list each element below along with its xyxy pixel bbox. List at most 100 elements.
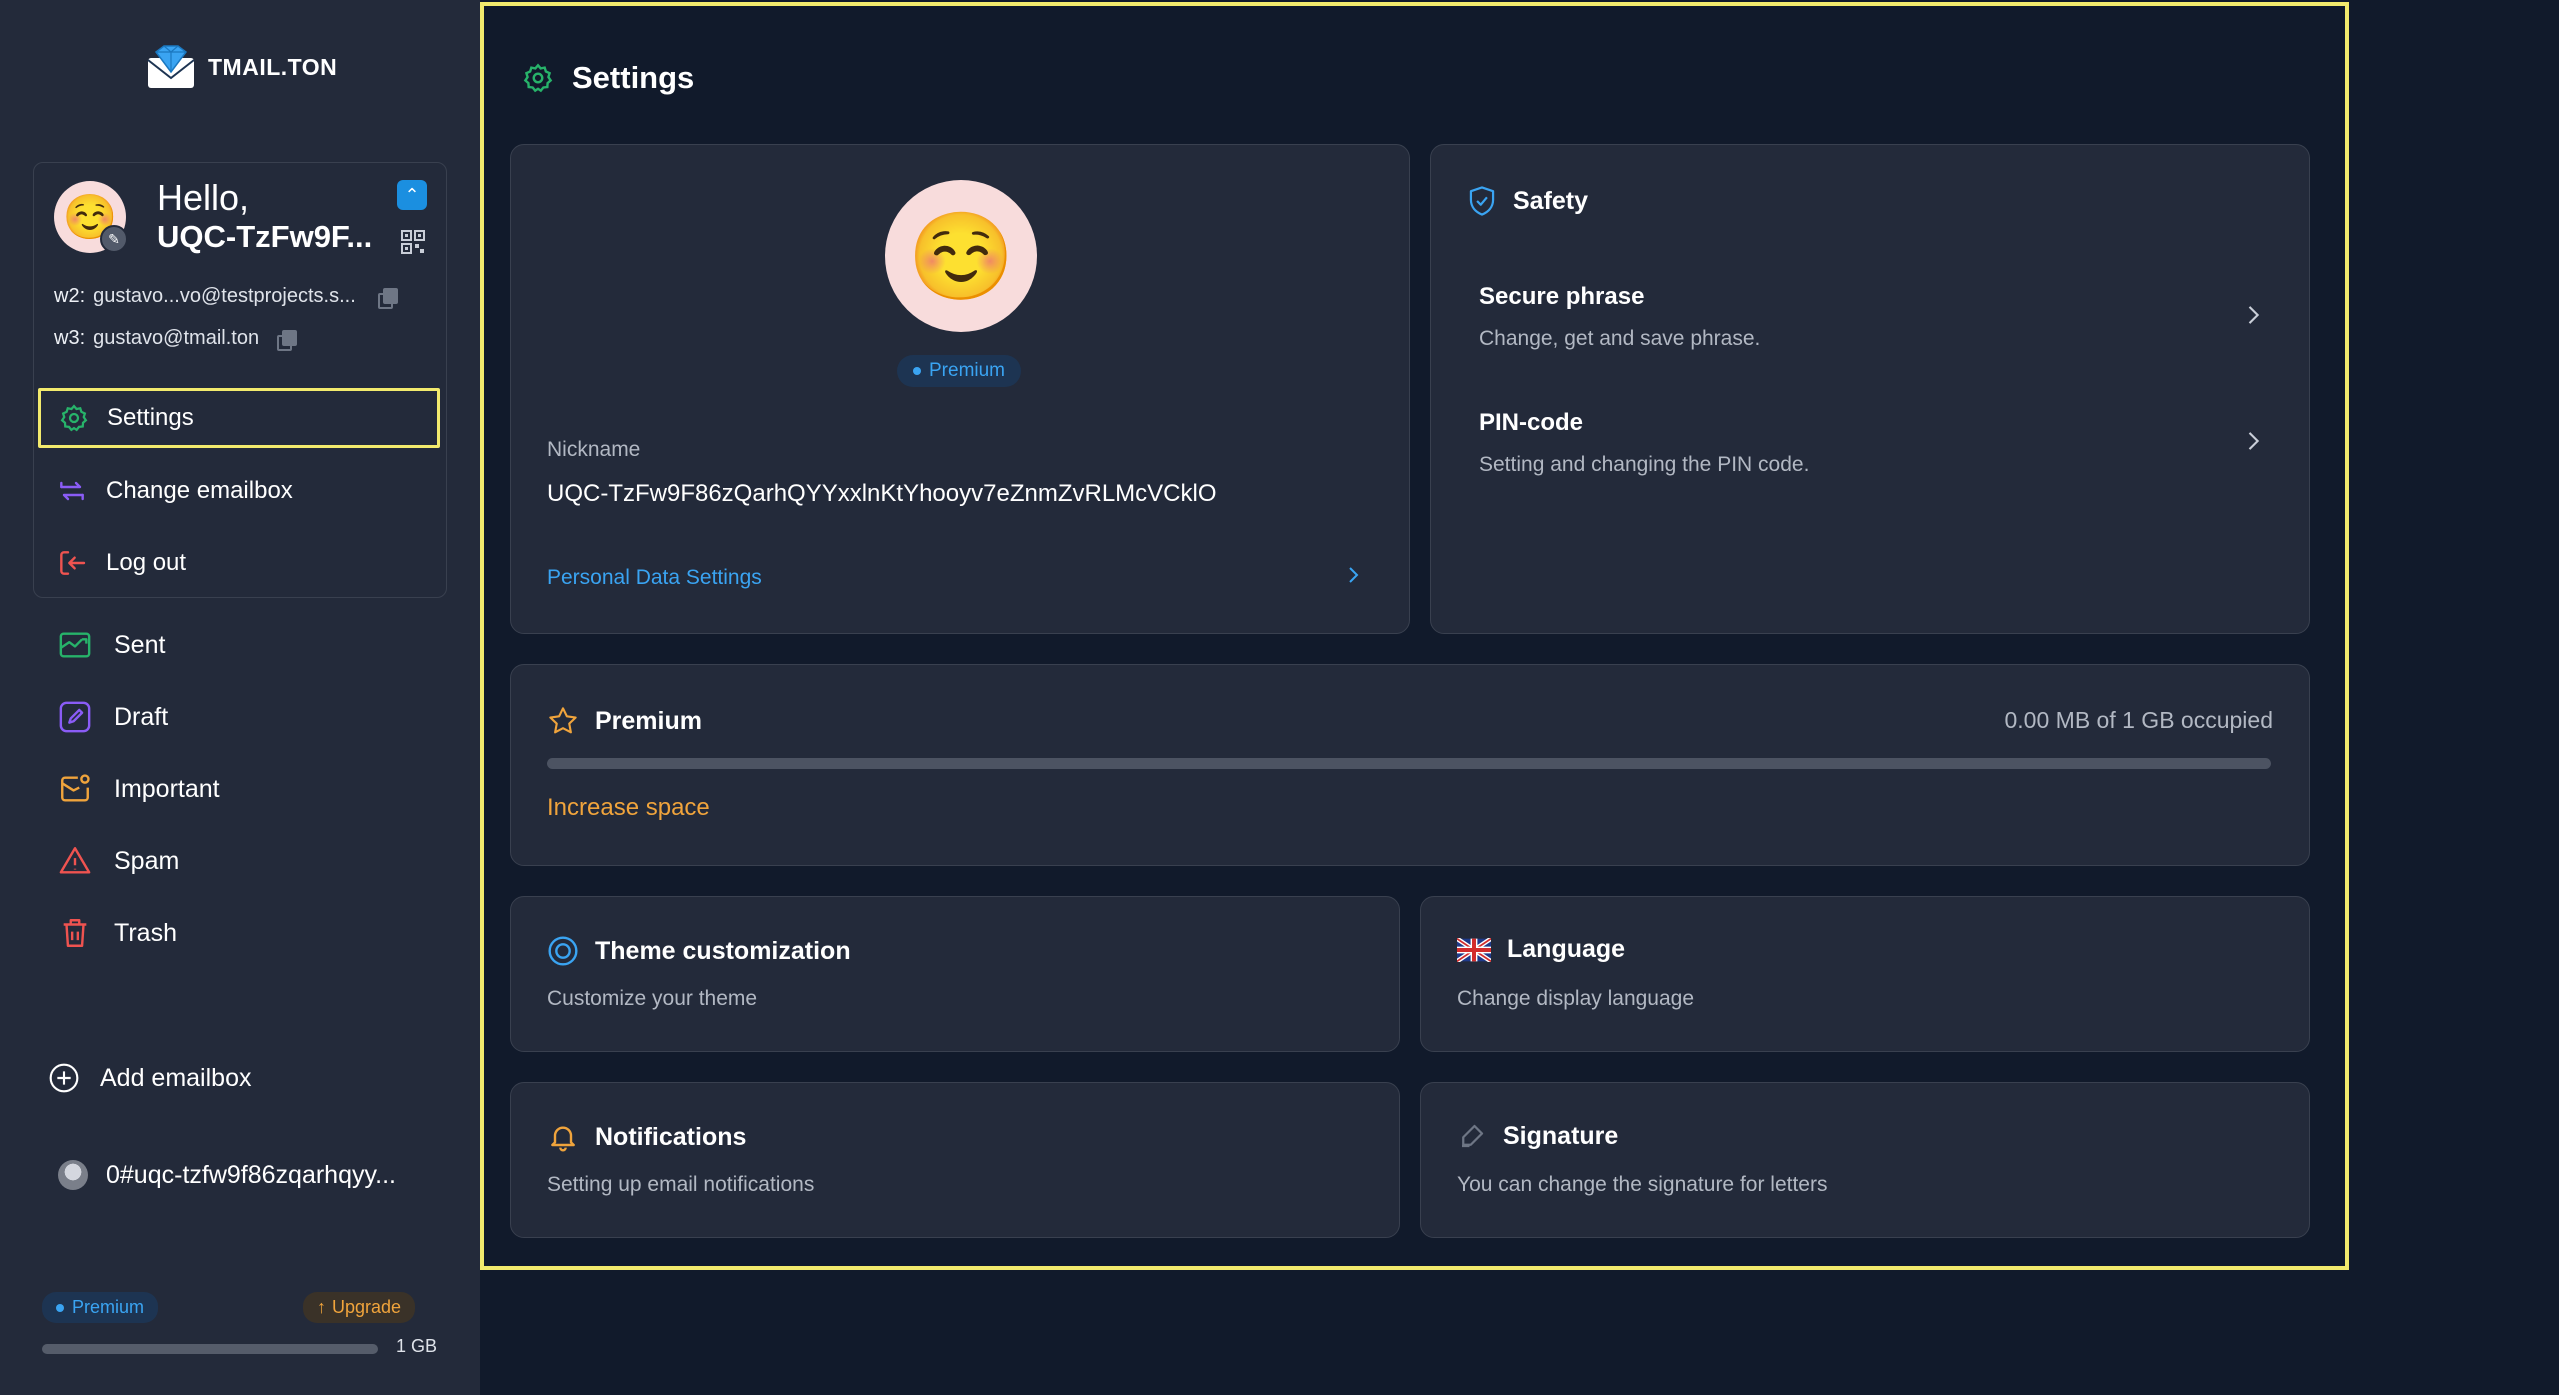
- edit-avatar-icon[interactable]: ✎: [100, 225, 128, 253]
- nav-item-label: Trash: [114, 918, 177, 947]
- collapse-account-button[interactable]: ⌃: [397, 180, 427, 210]
- avatar[interactable]: ☺️ ✎: [54, 181, 128, 253]
- secure-phrase-title: Secure phrase: [1479, 283, 1645, 310]
- profile-avatar[interactable]: ☺️: [885, 180, 1037, 332]
- wallet-avatar: [58, 1160, 88, 1190]
- swap-icon: [60, 481, 84, 501]
- page-title-text: Settings: [572, 60, 695, 95]
- wallet-item[interactable]: 0#uqc-tzfw9f86zqarhqyy...: [58, 1160, 396, 1190]
- warning-icon: [59, 847, 91, 874]
- notifications-subtitle: Setting up email notifications: [547, 1173, 815, 1196]
- app-logo[interactable]: TMAIL.TON: [146, 44, 337, 90]
- address-key: w2:: [54, 285, 86, 307]
- pencil-icon: [59, 701, 91, 733]
- storage-progress: [42, 1344, 378, 1354]
- account-card: ☺️ ✎ Hello, UQC-TzFw9F... ⌃ w2: gustavo.…: [33, 162, 447, 598]
- star-icon: [549, 707, 577, 734]
- premium-title-text: Premium: [595, 706, 702, 735]
- safety-title: Safety: [1467, 185, 1588, 217]
- wallet-address: 0#uqc-tzfw9f86zqarhqyy...: [106, 1160, 396, 1189]
- language-card[interactable]: Language Change display language: [1420, 896, 2310, 1052]
- upgrade-label: Upgrade: [332, 1297, 402, 1317]
- signature-icon: [1462, 1124, 1484, 1148]
- logo-icon: [147, 45, 195, 88]
- address-row-w2: w2: gustavo...vo@testprojects.s...: [54, 285, 398, 309]
- notifications-card[interactable]: Notifications Setting up email notificat…: [510, 1082, 1400, 1238]
- language-title-text: Language: [1507, 935, 1626, 963]
- storage-capacity: 1 GB: [396, 1336, 438, 1356]
- personal-data-settings-link[interactable]: Personal Data Settings: [547, 566, 762, 590]
- chevron-right-icon[interactable]: [1341, 563, 1365, 587]
- address-value: gustavo...vo@testprojects.s...: [93, 285, 356, 307]
- add-emailbox-button[interactable]: Add emailbox: [48, 1062, 251, 1094]
- nav-item-spam[interactable]: Spam: [58, 844, 179, 878]
- nickname-label: Nickname: [547, 438, 641, 461]
- upgrade-button[interactable]: ↑ Upgrade: [303, 1292, 416, 1323]
- premium-badge-label: Premium: [72, 1297, 145, 1317]
- status-dot-icon: [913, 367, 921, 375]
- important-icon: [61, 774, 90, 802]
- nav-item-trash[interactable]: Trash: [58, 916, 177, 950]
- pin-code-subtitle: Setting and changing the PIN code.: [1479, 453, 1810, 476]
- sent-icon: [59, 632, 91, 658]
- notifications-title-text: Notifications: [595, 1122, 747, 1151]
- nav-item-important[interactable]: Important: [58, 772, 220, 806]
- storage-usage-text: 0.00 MB of 1 GB occupied: [2004, 707, 2274, 733]
- secure-phrase-item[interactable]: Secure phrase Change, get and save phras…: [1479, 283, 2279, 351]
- theme-subtitle: Customize your theme: [547, 987, 758, 1010]
- increase-space-link[interactable]: Increase space: [547, 794, 710, 822]
- copy-icon[interactable]: [377, 287, 398, 309]
- menu-item-settings[interactable]: Settings: [38, 388, 440, 448]
- signature-subtitle: You can change the signature for letters: [1457, 1173, 1828, 1196]
- signature-title-text: Signature: [1503, 1121, 1619, 1150]
- address-key: w3:: [54, 327, 86, 349]
- gear-icon: [60, 404, 88, 432]
- sidebar: TMAIL.TON ☺️ ✎ Hello, UQC-TzFw9F... ⌃ w2…: [0, 0, 480, 1395]
- safety-card: Safety Secure phrase Change, get and sav…: [1430, 144, 2310, 634]
- signature-title: Signature: [1457, 1121, 1618, 1151]
- menu-item-label: Settings: [107, 404, 194, 431]
- trash-icon: [63, 919, 87, 947]
- bell-icon: [551, 1126, 575, 1152]
- chevron-right-icon[interactable]: [2239, 301, 2267, 329]
- nav-item-label: Important: [114, 774, 220, 803]
- chevron-right-icon[interactable]: [2239, 427, 2267, 455]
- storage-progress: [547, 758, 2271, 769]
- logout-icon: [60, 551, 86, 575]
- signature-card[interactable]: Signature You can change the signature f…: [1420, 1082, 2310, 1238]
- status-dot-icon: [56, 1303, 64, 1312]
- plus-circle-icon: [49, 1063, 79, 1093]
- nav-item-label: Draft: [114, 702, 169, 731]
- gear-icon: [523, 63, 553, 93]
- account-name: UQC-TzFw9F...: [157, 219, 373, 254]
- nav-item-sent[interactable]: Sent: [58, 628, 165, 662]
- secure-phrase-subtitle: Change, get and save phrase.: [1479, 327, 1761, 350]
- theme-title: Theme customization: [547, 935, 851, 967]
- theme-title-text: Theme customization: [595, 936, 851, 965]
- qr-code-icon[interactable]: [400, 229, 426, 255]
- menu-item-label: Log out: [106, 549, 187, 576]
- premium-badge-label: Premium: [929, 360, 1006, 381]
- premium-title: Premium: [547, 705, 702, 737]
- profile-card: ☺️ Premium Nickname UQC-TzFw9F86zQarhQYY…: [510, 144, 1410, 634]
- premium-badge: Premium: [897, 355, 1022, 387]
- language-subtitle: Change display language: [1457, 987, 1695, 1010]
- arrow-up-icon: ↑: [317, 1297, 326, 1317]
- copy-icon[interactable]: [277, 329, 298, 351]
- chevron-up-icon: ⌃: [404, 184, 420, 205]
- premium-badge: Premium: [42, 1292, 159, 1323]
- theme-customization-card[interactable]: Theme customization Customize your theme: [510, 896, 1400, 1052]
- notifications-title: Notifications: [547, 1121, 746, 1153]
- language-title: Language: [1457, 935, 1625, 964]
- pin-code-item[interactable]: PIN-code Setting and changing the PIN co…: [1479, 409, 2279, 477]
- pin-code-title: PIN-code: [1479, 409, 1584, 436]
- address-value: gustavo@tmail.ton: [93, 327, 260, 349]
- nickname-value: UQC-TzFw9F86zQarhQYYxxlnKtYhooyv7eZnmZvR…: [547, 480, 1217, 507]
- nav-item-label: Spam: [114, 846, 180, 875]
- menu-item-change-emailbox[interactable]: Change emailbox: [38, 461, 440, 521]
- nav-item-draft[interactable]: Draft: [58, 700, 168, 734]
- smiling-face-icon: ☺️: [907, 208, 1015, 305]
- uk-flag-icon: [1457, 937, 1491, 962]
- menu-item-log-out[interactable]: Log out: [38, 533, 440, 593]
- premium-card: Premium 0.00 MB of 1 GB occupied Increas…: [510, 664, 2310, 866]
